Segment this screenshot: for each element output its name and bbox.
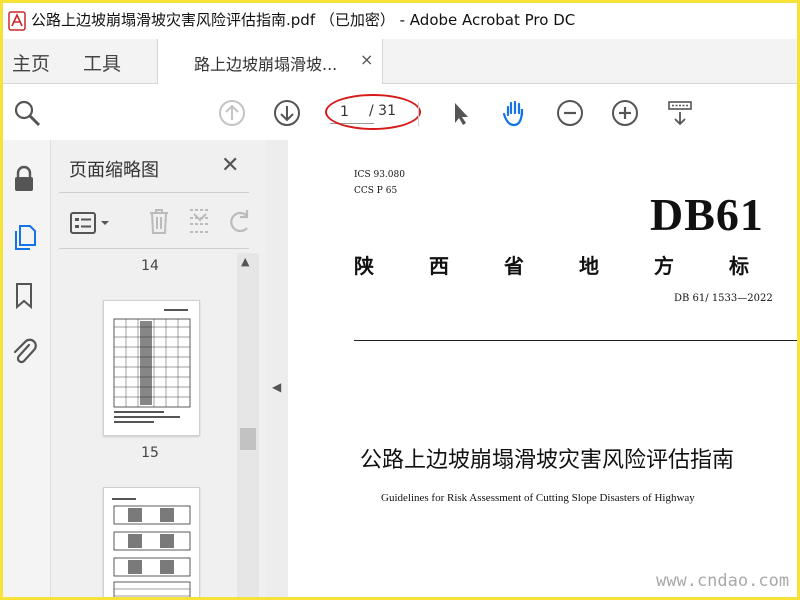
doc-province-char: 地 xyxy=(579,254,599,278)
panel-title: 页面缩略图 xyxy=(69,160,159,181)
thumbnails-panel: 页面缩略图 ✕ 14 15 ▲ xyxy=(51,140,266,597)
delete-icon[interactable] xyxy=(145,206,173,236)
doc-standard-code: DB61 xyxy=(650,189,764,240)
bookmark-icon[interactable] xyxy=(9,280,39,310)
doc-province-char: 省 xyxy=(504,254,524,278)
panel-divider-2 xyxy=(59,248,249,249)
attachment-icon[interactable] xyxy=(9,336,39,366)
tab-tools[interactable]: 工具 xyxy=(83,49,121,76)
tab-document[interactable]: 路上边坡崩塌滑坡... × xyxy=(157,39,383,84)
hand-tool-icon[interactable] xyxy=(500,98,530,128)
scrollbar-thumb[interactable] xyxy=(240,428,256,450)
doc-province-char: 陕 xyxy=(354,254,374,278)
search-icon[interactable] xyxy=(12,98,42,128)
thumbnail-table-preview-2 xyxy=(112,498,191,597)
zoom-in-icon[interactable] xyxy=(610,98,640,128)
doc-ccs-code: CCS P 65 xyxy=(354,186,398,196)
scroll-mode-icon[interactable] xyxy=(665,98,695,128)
close-tab-icon[interactable]: × xyxy=(360,50,373,69)
thumbnail-label-15: 15 xyxy=(141,445,159,461)
page-down-icon[interactable] xyxy=(272,98,302,128)
zoom-out-icon[interactable] xyxy=(555,98,585,128)
highlight-annotation xyxy=(325,94,421,130)
doc-province-char: 标 xyxy=(729,254,749,278)
thumbnail-label-14: 14 xyxy=(141,258,159,274)
toolbar-divider xyxy=(418,102,419,126)
doc-standard-number: DB 61/ 1533—2022 xyxy=(674,293,773,304)
thumbnail-page-16[interactable] xyxy=(103,487,200,597)
scroll-up-icon[interactable]: ▲ xyxy=(241,255,249,268)
doc-province-heading: 陕 西 省 地 方 标 准 xyxy=(354,250,797,279)
select-pointer-icon[interactable] xyxy=(445,98,475,128)
thumbnail-table-preview xyxy=(113,309,191,423)
panel-collapse-handle[interactable]: ◀ xyxy=(266,140,289,597)
pages-icon[interactable] xyxy=(9,222,39,252)
lock-icon[interactable] xyxy=(9,164,39,194)
tab-home[interactable]: 主页 xyxy=(12,49,50,76)
doc-ics-code: ICS 93.080 xyxy=(354,170,405,180)
page-up-icon[interactable] xyxy=(217,98,247,128)
tab-document-label: 路上边坡崩塌滑坡... xyxy=(194,55,338,74)
doc-divider xyxy=(354,340,797,341)
collapse-arrow-icon[interactable]: ◀ xyxy=(272,380,281,394)
acrobat-logo-icon xyxy=(8,11,26,31)
document-view: ICS 93.080 CCS P 65 DB61 陕 西 省 地 方 标 准 D… xyxy=(288,140,797,597)
acrobat-window: 公路上边坡崩塌滑坡灾害风险评估指南.pdf （已加密） - Adobe Acro… xyxy=(3,3,797,597)
panel-toolbar xyxy=(51,198,266,250)
thumbnails-scrollbar[interactable]: ▲ xyxy=(237,253,259,597)
close-panel-icon[interactable]: ✕ xyxy=(221,153,239,178)
doc-province-char: 方 xyxy=(654,254,674,278)
toolbar: / 31 xyxy=(3,84,797,141)
thumbnail-options-icon[interactable] xyxy=(69,210,119,236)
title-bar: 公路上边坡崩塌滑坡灾害风险评估指南.pdf （已加密） - Adobe Acro… xyxy=(3,3,797,39)
left-rail xyxy=(3,140,51,597)
window-title: 公路上边坡崩塌滑坡灾害风险评估指南.pdf （已加密） - Adobe Acro… xyxy=(31,11,576,29)
rotate-icon[interactable] xyxy=(227,206,255,236)
panel-divider xyxy=(59,192,249,193)
tab-bar: 主页 工具 路上边坡崩塌滑坡... × xyxy=(3,39,797,84)
doc-subtitle: Guidelines for Risk Assessment of Cuttin… xyxy=(381,492,695,504)
thumbnail-page-15[interactable] xyxy=(103,300,200,436)
replace-pages-icon[interactable] xyxy=(186,206,214,236)
doc-title: 公路上边坡崩塌滑坡灾害风险评估指南 xyxy=(360,448,735,473)
site-watermark: www.cndao.com xyxy=(656,571,790,591)
doc-province-char: 西 xyxy=(429,254,449,278)
